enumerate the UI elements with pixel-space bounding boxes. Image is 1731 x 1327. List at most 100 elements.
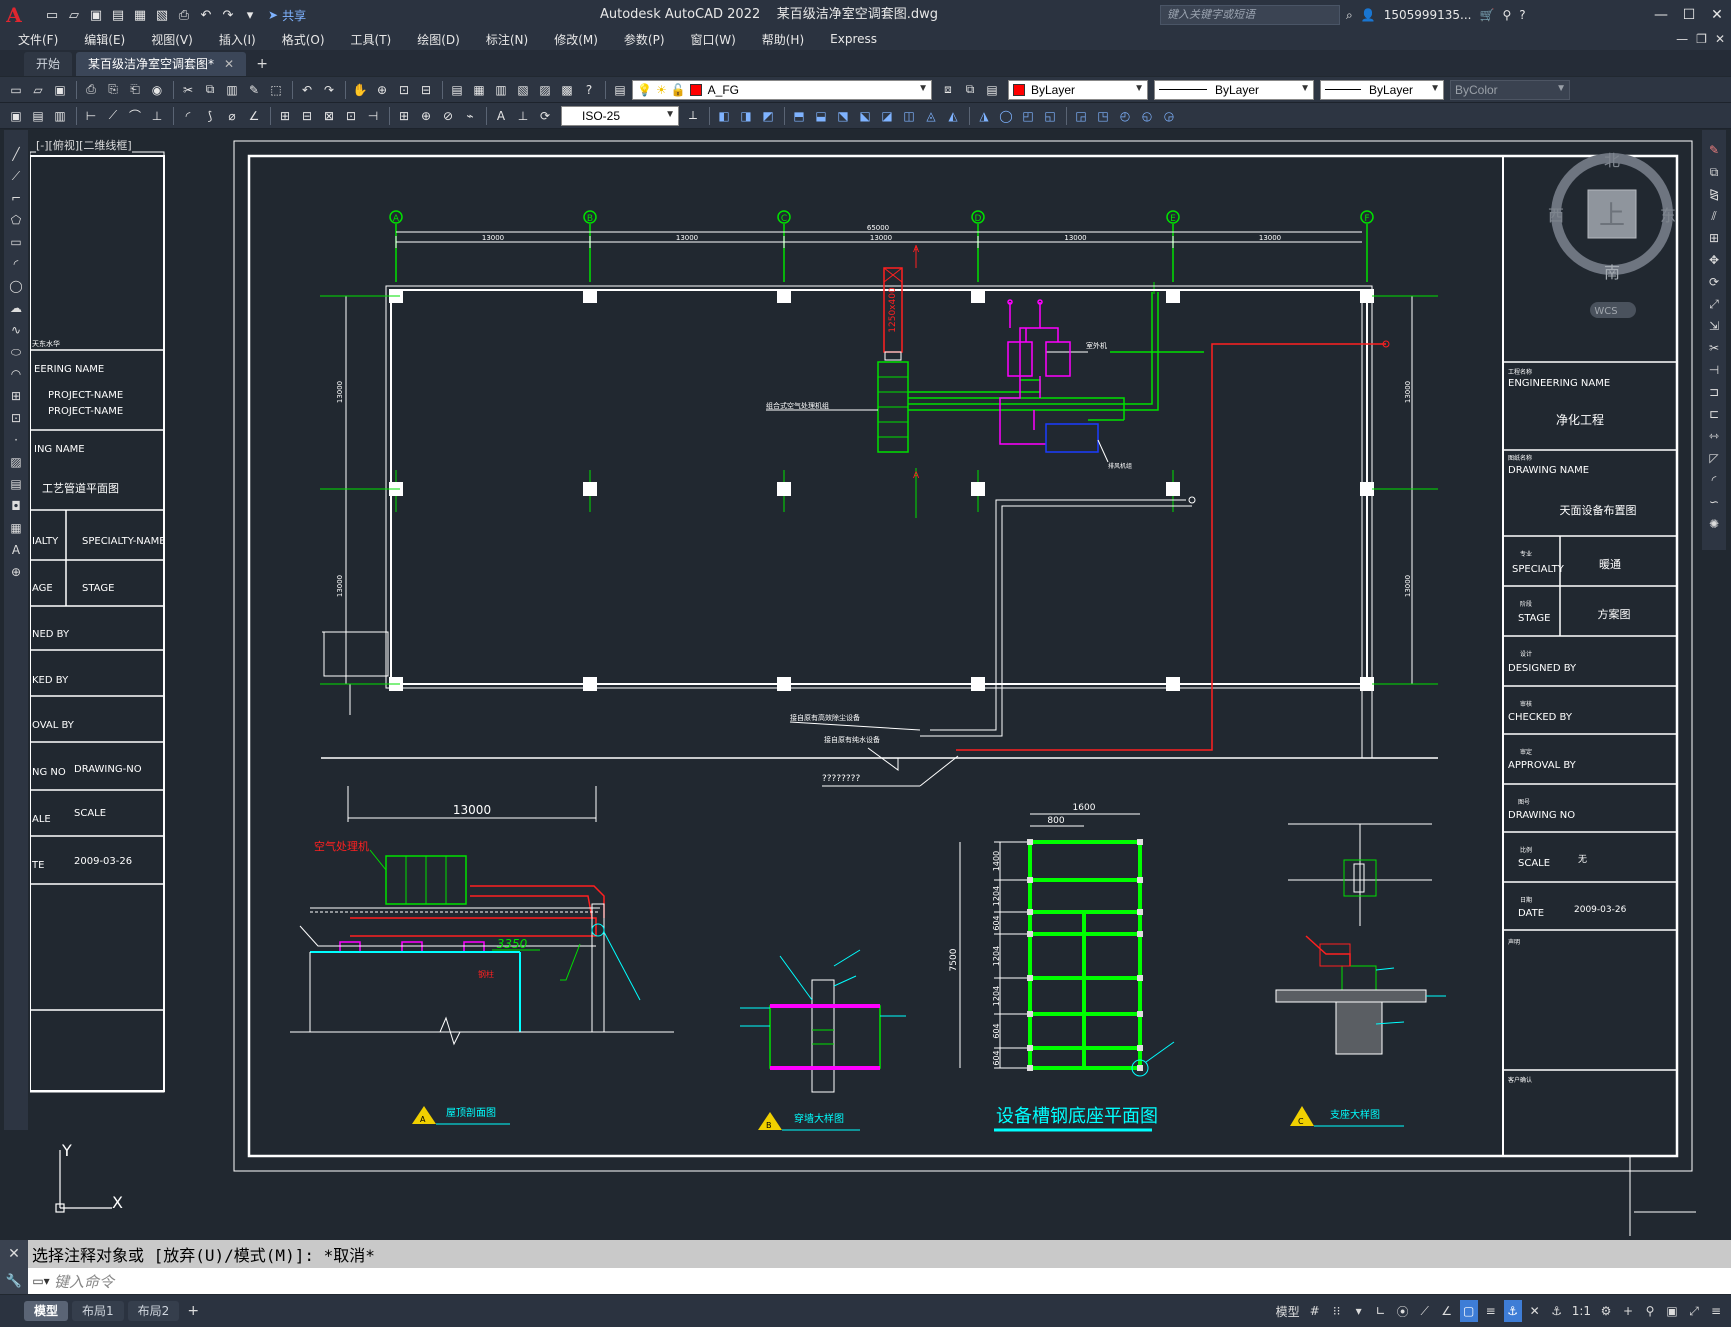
clean-screen-icon[interactable]: ⤢ bbox=[1685, 1300, 1703, 1322]
hardware-accel-icon[interactable]: ▣ bbox=[1663, 1300, 1681, 1322]
3d-union-icon[interactable]: ◨ bbox=[736, 106, 756, 126]
dim-space-icon[interactable]: ⊡ bbox=[341, 106, 361, 126]
lock-icon[interactable]: 🔓 bbox=[671, 83, 686, 97]
workspace-save-icon[interactable]: ▤ bbox=[28, 106, 48, 126]
insert-block-icon[interactable]: ⊞ bbox=[6, 386, 26, 406]
continue-dim-icon[interactable]: ⊠ bbox=[319, 106, 339, 126]
help-search-input[interactable]: 键入关键字或短语 bbox=[1160, 5, 1340, 25]
design-center-icon[interactable]: ▦ bbox=[469, 80, 489, 100]
arc-length-icon[interactable]: ⌒ bbox=[125, 106, 145, 126]
auto-scale-icon[interactable]: ⚓ bbox=[1548, 1300, 1566, 1322]
pan-icon[interactable]: ✋ bbox=[350, 80, 370, 100]
quick-dim-icon[interactable]: ⊞ bbox=[275, 106, 295, 126]
polyline-icon[interactable]: ⌐ bbox=[6, 188, 26, 208]
gradient-icon[interactable]: ▤ bbox=[6, 474, 26, 494]
zoom-realtime-icon[interactable]: ⊕ bbox=[372, 80, 392, 100]
3d-scale-icon[interactable]: ◴ bbox=[1115, 106, 1135, 126]
close-icon[interactable]: ✕ bbox=[1715, 32, 1725, 46]
customize-cmdline-icon[interactable]: 🔧 bbox=[0, 1268, 28, 1294]
make-block-icon[interactable]: ⊡ bbox=[6, 408, 26, 428]
region-icon[interactable]: ◘ bbox=[6, 496, 26, 516]
layer-previous-icon[interactable]: ⧉ bbox=[960, 80, 980, 100]
share-button[interactable]: ➤ 共享 bbox=[268, 7, 306, 24]
workspace-icon[interactable]: ▣ bbox=[6, 106, 26, 126]
redo-icon[interactable]: ↷ bbox=[218, 5, 238, 25]
polygon-icon[interactable]: ⬠ bbox=[6, 210, 26, 230]
menu-item[interactable]: 视图(V) bbox=[151, 31, 193, 48]
annotation-visibility-icon[interactable]: ✕ bbox=[1526, 1300, 1544, 1322]
tab-layout2[interactable]: 布局2 bbox=[127, 1301, 180, 1321]
save-web-icon[interactable]: ▧ bbox=[152, 5, 172, 25]
menu-item[interactable]: 修改(M) bbox=[554, 31, 598, 48]
tolerance-icon[interactable]: ⊞ bbox=[394, 106, 414, 126]
drawing-area[interactable]: 上 北 南 东 西 WCS ABCDEF 65000 13000 13000 130… bbox=[29, 130, 1700, 1238]
close-cmdline-icon[interactable]: ✕ bbox=[0, 1240, 28, 1268]
layer-state-icon[interactable]: ▤ bbox=[982, 80, 1002, 100]
help-icon[interactable]: ? bbox=[579, 80, 599, 100]
offset-icon[interactable]: ⫽ bbox=[1704, 206, 1724, 226]
extend-icon[interactable]: ⊣ bbox=[1704, 360, 1724, 380]
viewport-controls[interactable]: [-][俯视][二维线框] bbox=[36, 137, 132, 153]
rotate-icon[interactable]: ⟳ bbox=[1704, 272, 1724, 292]
menu-item[interactable]: 格式(O) bbox=[282, 31, 325, 48]
save-icon[interactable]: ▣ bbox=[50, 80, 70, 100]
rectangle-icon[interactable]: ▭ bbox=[6, 232, 26, 252]
close-icon[interactable]: ✕ bbox=[1703, 0, 1731, 30]
shell-icon[interactable]: ◮ bbox=[974, 106, 994, 126]
zoom-previous-icon[interactable]: ⊟ bbox=[416, 80, 436, 100]
model-space-button[interactable]: 模型 bbox=[1274, 1300, 1302, 1322]
aligned-dim-icon[interactable]: ⟋ bbox=[103, 106, 123, 126]
workspace-settings-icon[interactable]: ▥ bbox=[50, 106, 70, 126]
fillet-icon[interactable]: ◜ bbox=[1704, 470, 1724, 490]
minimize-icon[interactable]: — bbox=[1676, 32, 1688, 46]
tab-start[interactable]: 开始 bbox=[24, 52, 73, 76]
new-tab-button[interactable]: + bbox=[250, 52, 274, 76]
ordinate-dim-icon[interactable]: ⊥ bbox=[147, 106, 167, 126]
jogged-linear-icon[interactable]: ⌁ bbox=[460, 106, 480, 126]
3d-rotate-icon[interactable]: ◳ bbox=[1093, 106, 1113, 126]
cart-icon[interactable]: 🛒 bbox=[1479, 8, 1494, 22]
view-cube[interactable]: 上 北 南 东 西 WCS bbox=[1548, 151, 1676, 318]
mirror-icon[interactable]: ⧎ bbox=[1704, 184, 1724, 204]
drawing-svg[interactable]: 上 北 南 东 西 WCS ABCDEF 65000 13000 13000 130… bbox=[29, 130, 1700, 1238]
ellipse-arc-icon[interactable]: ◠ bbox=[6, 364, 26, 384]
layer-dropdown[interactable]: 💡 ☀ 🔓 A_FG ▼ bbox=[632, 79, 932, 100]
username[interactable]: 1505999135... bbox=[1384, 8, 1472, 22]
scale-icon[interactable]: ⤢ bbox=[1704, 294, 1724, 314]
layer-properties-icon[interactable]: ▤ bbox=[610, 80, 630, 100]
blend-icon[interactable]: ∽ bbox=[1704, 492, 1724, 512]
block-editor-icon[interactable]: ⬚ bbox=[266, 80, 286, 100]
add-layout-button[interactable]: + bbox=[183, 1303, 203, 1319]
copy-icon[interactable]: ⧉ bbox=[200, 80, 220, 100]
user-icon[interactable]: 👤 bbox=[1361, 8, 1376, 22]
menu-item[interactable]: 文件(F) bbox=[18, 31, 58, 48]
menu-item[interactable]: 标注(N) bbox=[486, 31, 528, 48]
plot-icon[interactable]: ⎙ bbox=[81, 80, 101, 100]
stretch-icon[interactable]: ⇲ bbox=[1704, 316, 1724, 336]
inspection-icon[interactable]: ⊘ bbox=[438, 106, 458, 126]
circle-icon[interactable]: ◯ bbox=[6, 276, 26, 296]
calculator-icon[interactable]: ▩ bbox=[557, 80, 577, 100]
isolate-icon[interactable]: ⚲ bbox=[1641, 1300, 1659, 1322]
dimstyle-dropdown[interactable]: ISO-25 ▼ bbox=[561, 105, 679, 126]
chevron-down-icon[interactable]: ▾ bbox=[1350, 1300, 1368, 1322]
sheet-set-icon[interactable]: ▧ bbox=[513, 80, 533, 100]
break-at-point-icon[interactable]: ⊐ bbox=[1704, 382, 1724, 402]
revcloud-icon[interactable]: ☁ bbox=[6, 298, 26, 318]
construction-line-icon[interactable]: ⟋ bbox=[6, 166, 26, 186]
gear-icon[interactable]: ⚙ bbox=[1597, 1300, 1615, 1322]
sweep-icon[interactable]: ⬔ bbox=[833, 106, 853, 126]
chamfer-icon[interactable]: ◸ bbox=[1704, 448, 1724, 468]
markup-icon[interactable]: ▨ bbox=[535, 80, 555, 100]
command-input[interactable]: 键入命令 bbox=[54, 1271, 114, 1292]
thicken-icon[interactable]: ◬ bbox=[921, 106, 941, 126]
isodraft-icon[interactable]: ⟋ bbox=[1416, 1300, 1434, 1322]
dim-break-icon[interactable]: ⊣ bbox=[363, 106, 383, 126]
interfere-icon[interactable]: ◭ bbox=[943, 106, 963, 126]
save-icon[interactable]: ▣ bbox=[86, 5, 106, 25]
sun-icon[interactable]: ☀ bbox=[656, 83, 667, 97]
mtext-icon[interactable]: A bbox=[6, 540, 26, 560]
extrude-icon[interactable]: ⬒ bbox=[789, 106, 809, 126]
presspull-icon[interactable]: ⬓ bbox=[811, 106, 831, 126]
point-icon[interactable]: · bbox=[6, 430, 26, 450]
